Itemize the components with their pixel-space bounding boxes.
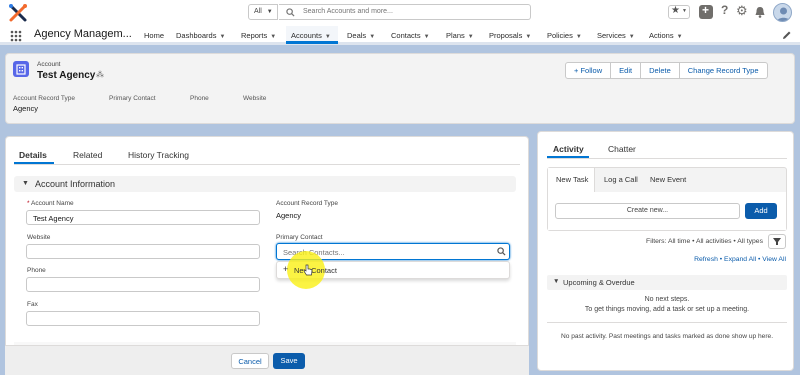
nav-item-proposals[interactable]: Proposals ▼ (489, 31, 531, 40)
website-label: Website (27, 234, 51, 241)
chevron-down-icon[interactable]: ▼ (629, 34, 635, 40)
record-name: Test Agency (37, 70, 96, 81)
primary-contact-label: Primary Contact (276, 234, 323, 241)
new-contact-option[interactable]: New Contact (294, 266, 337, 275)
nav-item-dashboards[interactable]: Dashboards ▼ (176, 31, 225, 40)
setup-gear-icon[interactable]: ⚙ (735, 3, 749, 19)
chevron-down-icon: ▼ (266, 9, 273, 15)
search-icon (286, 8, 295, 17)
app-launcher-icon[interactable] (10, 30, 22, 42)
tab-new-event[interactable]: New Event (650, 175, 686, 184)
chevron-down-icon[interactable]: ▼ (553, 278, 559, 285)
record-type-value: Agency (276, 211, 302, 220)
help-icon[interactable]: ? (719, 3, 733, 19)
tab-new-task[interactable]: New Task (556, 175, 588, 184)
chevron-down-icon[interactable]: ▼ (22, 180, 29, 187)
phone-label: Phone (27, 267, 46, 274)
hand-cursor-icon (303, 264, 313, 276)
add-button[interactable]: Add (745, 203, 777, 219)
chevron-down-icon[interactable]: ▼ (468, 34, 474, 40)
section-title: Account Information (35, 179, 116, 189)
search-scope-select[interactable]: All ▼ (248, 4, 278, 20)
app-name: Agency Managem... (34, 28, 132, 40)
website-input[interactable] (26, 244, 260, 259)
favorites-button[interactable]: ★ ▼ (668, 5, 690, 19)
search-icon (497, 247, 506, 256)
nav-item-accounts[interactable]: Accounts ▼ (291, 31, 331, 40)
account-icon (13, 61, 29, 77)
no-next-steps-text: No next steps. (644, 296, 690, 303)
tab-chatter[interactable]: Chatter (608, 144, 636, 154)
chevron-down-icon[interactable]: ▼ (369, 34, 375, 40)
save-button[interactable]: Save (273, 353, 305, 369)
change-record-type-button[interactable]: Change Record Type (678, 63, 767, 78)
delete-button[interactable]: Delete (640, 63, 679, 78)
chevron-down-icon[interactable]: ▼ (424, 34, 430, 40)
fax-label: Fax (27, 301, 38, 308)
nav-item-policies[interactable]: Policies ▼ (547, 31, 582, 40)
nav-item-plans[interactable]: Plans ▼ (446, 31, 474, 40)
filter-button[interactable] (768, 234, 786, 249)
chevron-down-icon[interactable]: ▼ (576, 34, 582, 40)
record-type-label: Account Record Type (276, 200, 339, 207)
no-next-steps-subtext: To get things moving, add a task or set … (584, 306, 750, 313)
tabs-divider (14, 164, 520, 165)
activity-filters[interactable]: Filters: All time • All activities • All… (610, 238, 763, 245)
highlight-phone-label: Phone (190, 95, 209, 102)
filter-funnel-icon (773, 238, 781, 245)
object-label: Account (37, 61, 61, 68)
nav-item-deals[interactable]: Deals ▼ (347, 31, 375, 40)
star-icon: ★ (671, 5, 680, 16)
nav-item-services[interactable]: Services ▼ (597, 31, 635, 40)
global-search[interactable]: Search Accounts and more... (279, 4, 531, 20)
upcoming-overdue-title: Upcoming & Overdue (563, 278, 635, 287)
avatar[interactable] (773, 3, 792, 22)
tab-related[interactable]: Related (73, 150, 102, 160)
nav-item-actions[interactable]: Actions ▼ (649, 31, 683, 40)
tab-log-a-call[interactable]: Log a Call (604, 175, 638, 184)
cancel-button[interactable]: Cancel (231, 353, 269, 369)
follow-button[interactable]: + Follow (566, 63, 610, 78)
tab-history-tracking[interactable]: History Tracking (128, 150, 189, 160)
nav-item-home[interactable]: Home (144, 31, 164, 40)
nav-item-contacts[interactable]: Contacts ▼ (391, 31, 430, 40)
chevron-down-icon[interactable]: ▼ (677, 34, 683, 40)
highlight-record-type-label: Account Record Type (13, 95, 76, 102)
tab-details[interactable]: Details (19, 150, 47, 160)
tab-activity[interactable]: Activity (553, 144, 584, 154)
activity-divider (547, 322, 787, 323)
add-icon[interactable]: + (699, 3, 713, 19)
account-name-input[interactable]: Test Agency (26, 210, 260, 225)
notifications-bell-icon[interactable] (753, 5, 767, 19)
phone-input[interactable] (26, 277, 260, 292)
app-logo[interactable] (8, 3, 28, 23)
record-actions: + Follow Edit Delete Change Record Type (565, 62, 768, 79)
activity-links[interactable]: Refresh • Expand All • View All (640, 256, 786, 263)
pencil-edit-icon[interactable] (782, 30, 792, 40)
search-input[interactable]: Search Accounts and more... (303, 8, 393, 15)
chevron-down-icon[interactable]: ▼ (219, 34, 225, 40)
nav-item-reports[interactable]: Reports ▼ (241, 31, 276, 40)
fax-input[interactable] (26, 311, 260, 326)
add-icon: + (283, 264, 289, 274)
highlight-primary-contact-label: Primary Contact (109, 95, 156, 102)
highlight-record-type-value: Agency (13, 104, 39, 113)
hierarchy-icon[interactable]: ⁂ (96, 70, 104, 79)
chevron-down-icon[interactable]: ▼ (525, 34, 531, 40)
tabs-divider (547, 158, 787, 159)
no-past-activity-text: No past activity. Past meetings and task… (560, 333, 774, 340)
create-new-input[interactable]: Create new... (555, 203, 740, 219)
search-scope-label: All (254, 8, 262, 15)
account-name-label: * Account Name (27, 200, 74, 207)
chevron-down-icon: ▼ (682, 8, 687, 14)
highlight-website-label: Website (243, 95, 267, 102)
edit-button[interactable]: Edit (610, 63, 640, 78)
chevron-down-icon[interactable]: ▼ (325, 34, 331, 40)
chevron-down-icon[interactable]: ▼ (270, 34, 276, 40)
